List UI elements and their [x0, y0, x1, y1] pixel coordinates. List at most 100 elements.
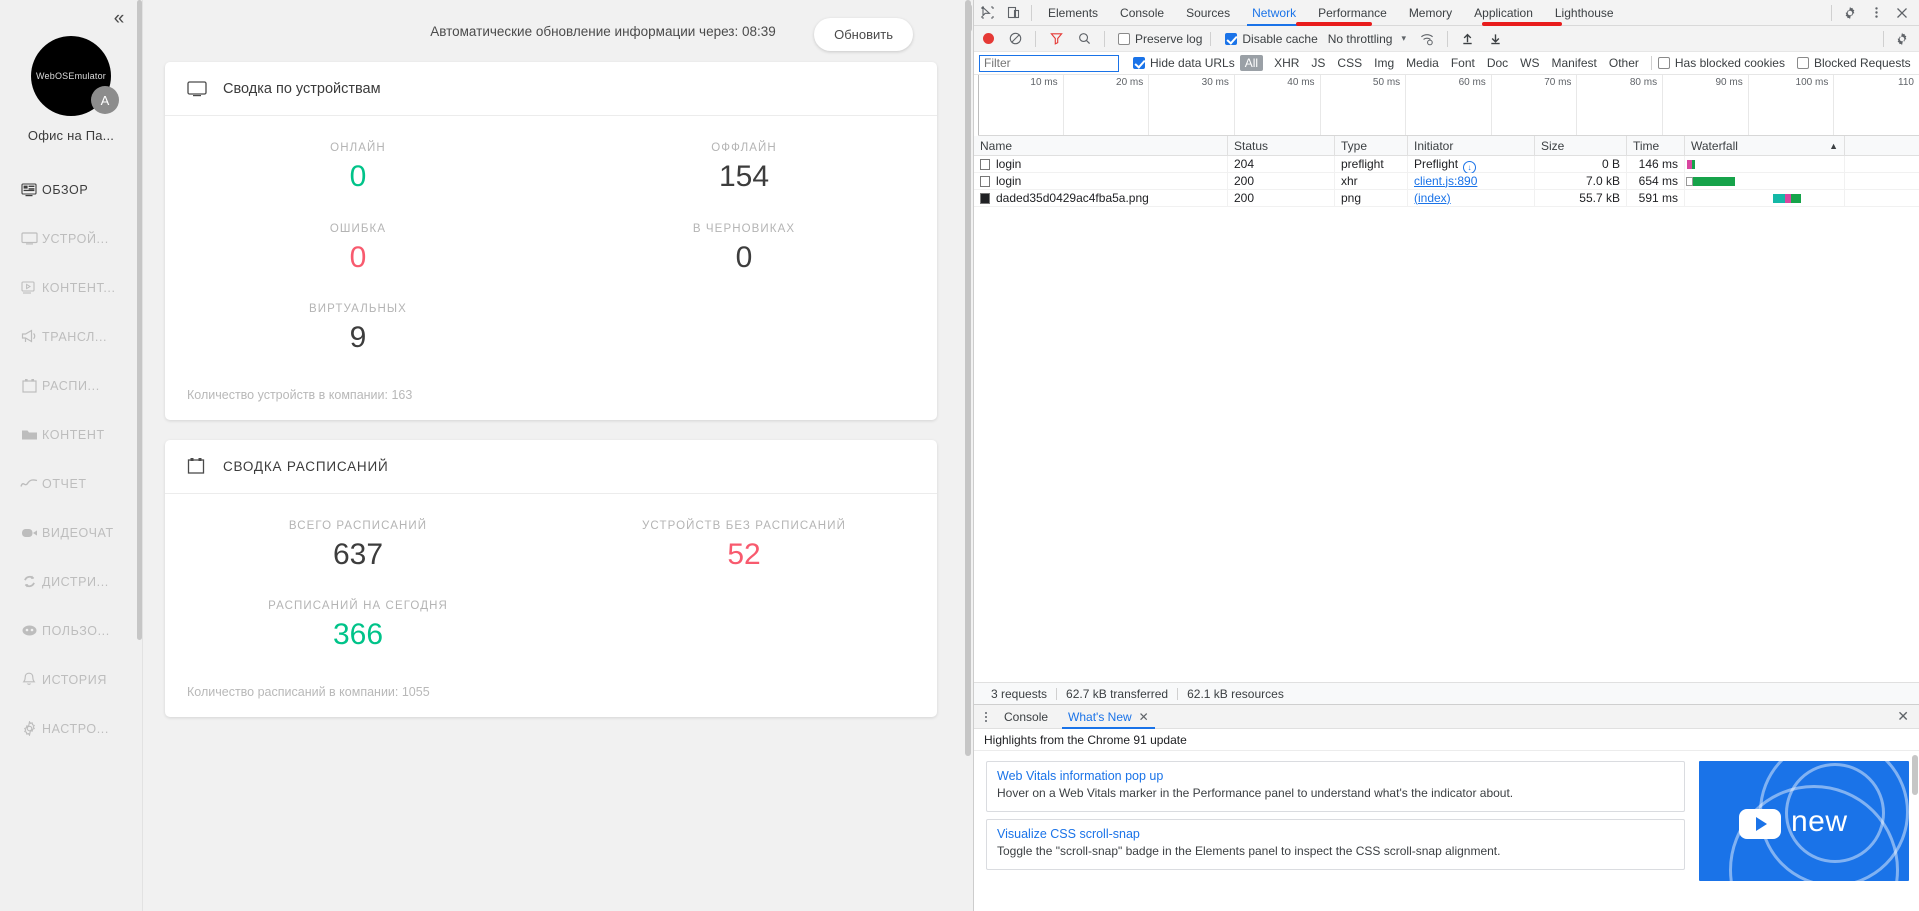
gear-icon[interactable]: [1837, 1, 1863, 25]
devtools-left-scrollbar[interactable]: [966, 4, 972, 32]
inspect-element-icon[interactable]: [974, 1, 1000, 25]
whats-new-card[interactable]: Web Vitals information pop up Hover on a …: [986, 761, 1685, 812]
cell-name[interactable]: login: [974, 155, 1228, 173]
preserve-log-checkbox[interactable]: [1118, 32, 1130, 45]
sidebar-item-2[interactable]: УСТРОЙ...: [0, 214, 142, 263]
devtools-tab-application[interactable]: Application: [1463, 0, 1544, 26]
devtools-tab-console[interactable]: Console: [1109, 0, 1175, 26]
upload-har-icon[interactable]: [1455, 27, 1481, 51]
sidebar-item-10[interactable]: ПОЛЬЗО...: [0, 606, 142, 655]
filter-type-all[interactable]: All: [1239, 55, 1264, 71]
device-stat-value: 0: [349, 240, 367, 274]
search-icon[interactable]: [1071, 27, 1097, 51]
column-header-type[interactable]: Type: [1335, 136, 1408, 156]
has-blocked-cookies-checkbox[interactable]: [1657, 57, 1670, 69]
info-icon[interactable]: ↓: [1463, 160, 1477, 173]
whats-new-card-title[interactable]: Visualize CSS scroll-snap: [997, 827, 1674, 841]
filter-type-css[interactable]: CSS: [1331, 56, 1368, 70]
filter-type-media[interactable]: Media: [1400, 56, 1445, 70]
drawer-tab-console[interactable]: Console: [994, 705, 1058, 729]
column-header-waterfall[interactable]: Waterfall ▲: [1685, 136, 1845, 156]
sidebar-scrollbar[interactable]: [137, 0, 142, 640]
whats-new-card-title[interactable]: Web Vitals information pop up: [997, 769, 1674, 783]
sidebar-item-4[interactable]: ТРАНСЛ...: [0, 312, 142, 361]
sidebar-item-9[interactable]: ДИСТРИ...: [0, 557, 142, 606]
blocked-requests-checkbox[interactable]: [1796, 57, 1809, 69]
hide-data-urls-checkbox[interactable]: [1133, 57, 1145, 69]
cell-initiator[interactable]: Preflight ↓: [1408, 155, 1535, 173]
record-stop-icon[interactable]: [983, 33, 994, 44]
cell-initiator[interactable]: (index): [1408, 189, 1535, 207]
filter-type-js[interactable]: JS: [1305, 56, 1331, 70]
close-icon[interactable]: [1889, 1, 1915, 25]
column-header-name[interactable]: Name: [974, 136, 1228, 156]
filter-type-doc[interactable]: Doc: [1481, 56, 1514, 70]
devtools-tab-lighthouse[interactable]: Lighthouse: [1544, 0, 1625, 26]
drawer-tab-what-s-new[interactable]: What's New ✕: [1058, 705, 1159, 729]
devtools-tab-performance[interactable]: Performance: [1307, 0, 1398, 26]
sidebar-item-5[interactable]: РАСПИ...: [0, 361, 142, 410]
column-header-status[interactable]: Status: [1228, 136, 1335, 156]
sidebar-item-7[interactable]: ОТЧЕТ: [0, 459, 142, 508]
table-row[interactable]: login 204 preflight Preflight ↓ 0 B 146 ms: [974, 155, 1919, 173]
devtools-tab-elements[interactable]: Elements: [1037, 0, 1109, 26]
disable-cache-checkbox[interactable]: [1225, 32, 1238, 45]
clear-icon[interactable]: [1002, 27, 1028, 51]
main-scrollbar[interactable]: [965, 0, 971, 756]
cell-name[interactable]: login: [974, 172, 1228, 190]
devtools-tab-network[interactable]: Network: [1241, 0, 1307, 26]
sidebar-item-8[interactable]: ВИДЕОЧАТ: [0, 508, 142, 557]
funnel-icon[interactable]: [1043, 27, 1069, 51]
table-row[interactable]: daded35d0429ac4fba5a.png 200 png (index) 55.…: [974, 189, 1919, 207]
avatar-badge[interactable]: A: [91, 86, 119, 114]
whats-new-video-thumbnail[interactable]: new: [1699, 761, 1909, 881]
network-settings-gear-icon[interactable]: [1889, 27, 1915, 51]
initiator-link[interactable]: Preflight: [1414, 157, 1458, 171]
device-summary-title: Сводка по устройствам: [223, 80, 381, 97]
filter-type-other[interactable]: Other: [1603, 56, 1645, 70]
device-toolbar-icon[interactable]: [1000, 1, 1026, 25]
sidebar-item-1[interactable]: ОБЗОР: [0, 165, 142, 214]
folder-icon: [18, 426, 40, 444]
kebab-menu-icon[interactable]: [978, 711, 994, 722]
initiator-link[interactable]: (index): [1414, 191, 1451, 205]
column-header-size[interactable]: Size: [1535, 136, 1627, 156]
chevron-down-icon[interactable]: ▾: [1401, 33, 1406, 44]
initiator-link[interactable]: client.js:890: [1414, 174, 1477, 188]
refresh-button[interactable]: Обновить: [814, 18, 913, 51]
filter-type-xhr[interactable]: XHR: [1268, 56, 1305, 70]
drawer-close-icon[interactable]: ✕: [1887, 708, 1919, 725]
kebab-menu-icon[interactable]: [1863, 1, 1889, 25]
youtube-play-icon[interactable]: [1739, 809, 1781, 839]
sidebar-item-3[interactable]: КОНТЕНТ...: [0, 263, 142, 312]
table-row[interactable]: login 200 xhr client.js:890 7.0 kB 654 ms: [974, 172, 1919, 190]
filter-type-ws[interactable]: WS: [1514, 56, 1545, 70]
sidebar-collapse-icon[interactable]: «: [106, 6, 132, 32]
preserve-log-toggle[interactable]: Preserve log: [1118, 32, 1202, 46]
sidebar-item-11[interactable]: ИСТОРИЯ: [0, 655, 142, 704]
filter-type-font[interactable]: Font: [1445, 56, 1481, 70]
throttling-select[interactable]: No throttling: [1328, 32, 1393, 46]
filter-input[interactable]: [979, 54, 1119, 72]
devtools-tab-memory[interactable]: Memory: [1398, 0, 1463, 26]
close-icon[interactable]: ✕: [1139, 705, 1149, 729]
sidebar-item-6[interactable]: КОНТЕНТ: [0, 410, 142, 459]
cell-time: 146 ms: [1627, 155, 1685, 173]
disable-cache-toggle[interactable]: Disable cache: [1225, 32, 1318, 46]
web-application-pane: « WebOSEmulator A Офис на Па... ОБЗОР УСТ…: [0, 0, 973, 911]
filter-type-img[interactable]: Img: [1368, 56, 1400, 70]
download-har-icon[interactable]: [1483, 27, 1509, 51]
devtools-tab-sources[interactable]: Sources: [1175, 0, 1241, 26]
sidebar-item-label: ИСТОРИЯ: [42, 672, 107, 687]
network-overview-timeline[interactable]: 10 ms 20 ms 30 ms 40 ms 50 ms 60 ms 70 ms 80 ms…: [978, 75, 1919, 136]
column-header-initiator[interactable]: Initiator: [1408, 136, 1535, 156]
cell-initiator[interactable]: client.js:890: [1408, 172, 1535, 190]
whats-new-card[interactable]: Visualize CSS scroll-snap Toggle the "scr…: [986, 818, 1685, 870]
filter-type-manifest[interactable]: Manifest: [1546, 56, 1603, 70]
cell-name[interactable]: daded35d0429ac4fba5a.png: [974, 189, 1228, 207]
sidebar-item-12[interactable]: НАСТРО...: [0, 704, 142, 753]
drawer-scrollbar[interactable]: [1912, 755, 1918, 795]
cell-status: 204: [1228, 155, 1335, 173]
column-header-time[interactable]: Time: [1627, 136, 1685, 156]
network-conditions-icon[interactable]: [1414, 27, 1440, 51]
